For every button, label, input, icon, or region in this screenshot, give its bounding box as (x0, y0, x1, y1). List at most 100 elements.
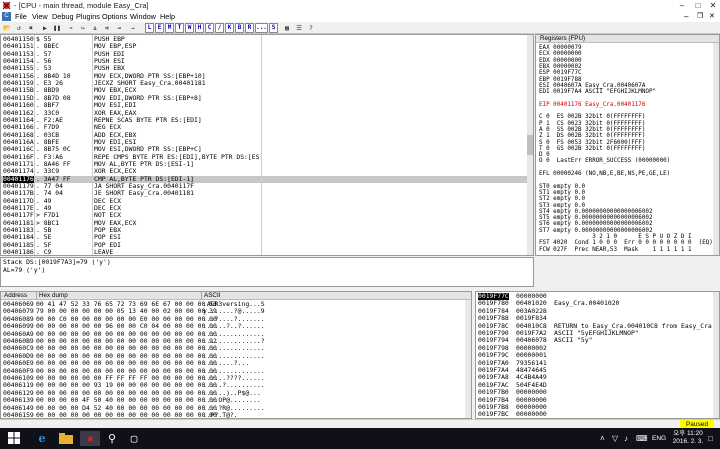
disasm-row[interactable]: 00401184. 5E POP ESI (1, 234, 528, 242)
edge-browser-icon[interactable]: e (34, 431, 50, 446)
disasm-row[interactable]: 0040116F. F3:A6 REPE CMPS BYTE PTR ES:[ED… (1, 153, 528, 161)
child-minimize-icon[interactable]: – (684, 11, 688, 22)
disasm-row[interactable]: 00401150 $ 55 PUSH EBP (1, 35, 528, 43)
disasm-row[interactable]: 0040117B. 74 04 JE SHORT Easy_Cra.0040118… (1, 189, 528, 197)
stack-row[interactable]: 0019F7AC 504F4E4D (476, 381, 714, 389)
toolbar-executables-button[interactable]: E (155, 23, 164, 33)
step-into-icon[interactable]: ↷ (66, 23, 76, 33)
toolbar-windows-button[interactable]: W (185, 23, 194, 33)
stack-row[interactable]: 0019F794 00406078 ASCII "5y" (476, 336, 714, 344)
ime-indicator[interactable]: ENG (652, 428, 666, 449)
cpu-window-icon[interactable]: C (2, 12, 11, 21)
task-view-icon[interactable]: ▢ (126, 431, 142, 446)
run-icon[interactable]: ▶ (40, 23, 50, 33)
disasm-row[interactable]: 00401171. 8A46 FF MOV AL,BYTE PTR DS:[ESI… (1, 160, 528, 168)
pause-icon[interactable]: ❚❚ (52, 23, 62, 33)
minimize-icon[interactable]: – (674, 0, 690, 11)
toolbar-threads-button[interactable]: T (175, 23, 184, 33)
menu-plugins[interactable]: Plugins (76, 11, 100, 22)
ollydbg-taskbar-icon[interactable]: ✺ (80, 431, 100, 446)
stack-row[interactable]: 0019F79C 00000001 (476, 351, 714, 359)
toolbar-runtrace-button[interactable]: ... (255, 23, 268, 33)
dump-scrollbar[interactable] (465, 300, 471, 418)
stack-row[interactable]: 0019F7B4 00000000 (476, 396, 714, 404)
keyboard-icon[interactable]: ⌨ (636, 428, 648, 449)
disasm-row[interactable]: 00401166. F7D9 NEG ECX (1, 123, 528, 131)
toolbar-patches-button[interactable]: / (215, 23, 224, 33)
disasm-row[interactable]: 00401159. E3 26 JECXZ SHORT Easy_Cra.0040… (1, 79, 528, 87)
menu-window[interactable]: Window (130, 11, 156, 22)
registers-pane[interactable]: Registers (FPU) EAX 00000079 ECX 00000000… (535, 34, 720, 256)
trace-over-icon[interactable]: ⇉ (102, 23, 112, 33)
stack-row[interactable]: 0019F790 0019F7A2 ASCII "5yEFGHIJKLMNOP" (476, 329, 714, 337)
execute-till-return-icon[interactable]: ⇥ (114, 23, 124, 33)
dump-hex-header[interactable]: Hex dump (36, 292, 68, 300)
restart-icon[interactable]: ↺ (14, 23, 24, 33)
register-line[interactable]: FCW 027F Prec NEAR,53 Mask 1 1 1 1 1 1 (539, 247, 692, 253)
disasm-row[interactable]: 0040117F > F7D1 NOT ECX (1, 211, 528, 219)
stack-row[interactable]: 0019F7A4 48474645 (476, 366, 714, 374)
menu-options[interactable]: Options (102, 11, 127, 22)
volume-icon[interactable]: ♪ (624, 428, 628, 449)
tray-chevron-icon[interactable]: ˄ (600, 428, 605, 449)
disassembly-pane[interactable]: 00401150 $ 55 PUSH EBP 00401151. 8BEC MOV EB… (0, 34, 534, 256)
menu-view[interactable]: View (32, 11, 48, 22)
toolbar-breakpoints-button[interactable]: B (235, 23, 244, 33)
disasm-row[interactable]: 00401154. 56 PUSH ESI (1, 57, 528, 65)
disasm-row[interactable]: 00401151. 8BEC MOV EBP,ESP (1, 42, 528, 50)
toolbar-references-button[interactable]: R (245, 23, 254, 33)
stack-row[interactable]: 0019F7BC 00000000 (476, 410, 714, 418)
goto-icon[interactable]: → (128, 23, 138, 33)
maximize-icon[interactable]: □ (690, 0, 706, 11)
hex-dump-pane[interactable]: Address Hex dump ASCII 00406069 00 41 47 … (0, 291, 472, 419)
disasm-row[interactable]: 0040117E. 49 DEC ECX (1, 204, 528, 212)
disasm-row[interactable]: 00401162. 33C0 XOR EAX,EAX (1, 109, 528, 117)
help-icon[interactable]: ? (306, 23, 316, 33)
stack-row[interactable]: 0019F798 00000002 (476, 344, 714, 352)
step-over-icon[interactable]: ↪ (78, 23, 88, 33)
toolbar-cpu-button[interactable]: C (205, 23, 214, 33)
stack-pane[interactable]: 0019F77C 00000000 0019F780 00401020 Easy_Cra… (475, 291, 720, 419)
stack-row[interactable]: 0019F7A0 79356141 (476, 359, 714, 367)
trace-into-icon[interactable]: ⇊ (90, 23, 100, 33)
open-icon[interactable]: 📂 (2, 23, 12, 33)
search-icon[interactable]: ⚲ (104, 431, 120, 446)
disassembly-scrollbar[interactable] (527, 35, 533, 255)
stack-row[interactable]: 0019F7B0 00000000 (476, 388, 714, 396)
disasm-row[interactable]: 0040116C. 8B75 0C MOV ESI,DWORD PTR SS:[E… (1, 145, 528, 153)
disasm-row[interactable]: 00401164. F2:AE REPNE SCAS BYTE PTR ES:[E… (1, 116, 528, 124)
register-line[interactable]: T 0 GS 002B 32bit 0(FFFFFFFF) (539, 146, 645, 152)
disasm-row[interactable]: 00401160. 8BF7 MOV ESI,EDI (1, 101, 528, 109)
windows-start-icon[interactable] (6, 431, 22, 446)
dump-row[interactable]: 00406159 00 00 00 00 00 00 00 00 00 00 00… (1, 411, 466, 418)
disasm-row[interactable]: 00401181 > 8BC1 MOV EAX,ECX (1, 219, 528, 227)
menu-debug[interactable]: Debug (52, 11, 74, 22)
menu-help[interactable]: Help (160, 11, 175, 22)
stack-row[interactable]: 0019F7B8 00000000 (476, 403, 714, 411)
scrollbar-thumb[interactable] (527, 135, 533, 155)
disasm-row[interactable]: 00401186. C9 LEAVE (1, 248, 528, 255)
child-restore-icon[interactable]: ❐ (697, 11, 703, 22)
child-close-icon[interactable]: ✕ (709, 11, 715, 22)
toolbar-source-button[interactable]: S (269, 23, 278, 33)
registers-scrollbar[interactable] (713, 43, 719, 255)
disasm-row[interactable]: 00401174. 33C9 XOR ECX,ECX (1, 167, 528, 175)
disasm-row[interactable]: 0040115D. 8B7D 08 MOV EDI,DWORD PTR SS:[E… (1, 94, 528, 102)
register-line[interactable]: O 0 LastErr ERROR_SUCCESS (00000000) (539, 158, 670, 164)
disasm-row[interactable]: 00401183. 5B POP EBX (1, 226, 528, 234)
network-icon[interactable]: ▽ (612, 428, 618, 449)
file-explorer-icon[interactable] (58, 431, 74, 446)
register-line[interactable]: EIP 00401176 Easy_Cra.00401176 (539, 102, 645, 108)
disasm-row[interactable]: 00401153. 57 PUSH EDI (1, 50, 528, 58)
menu-file[interactable]: File (15, 11, 27, 22)
disasm-row[interactable]: 00401156. 8B4D 10 MOV ECX,DWORD PTR SS:[E… (1, 72, 528, 80)
disasm-row[interactable]: 00401176. 3A47 FF CMP AL,BYTE PTR DS:[EDI… (1, 175, 528, 184)
disasm-row[interactable]: 0040116A. 8BFE MOV EDI,ESI (1, 138, 528, 146)
dump-ascii-header[interactable]: ASCII (201, 292, 220, 300)
toolbar-handles-button[interactable]: H (195, 23, 204, 33)
registers-header[interactable]: Registers (FPU) (536, 35, 719, 43)
stack-scrollbar[interactable] (713, 292, 719, 418)
disasm-row[interactable]: 00401179. 77 04 JA SHORT Easy_Cra.0040117… (1, 182, 528, 190)
disasm-row[interactable]: 00401155. 53 PUSH EBX (1, 64, 528, 72)
register-line[interactable]: EDI 0019F7A4 ASCII "EFGHIJKLMNOP" (539, 89, 656, 95)
